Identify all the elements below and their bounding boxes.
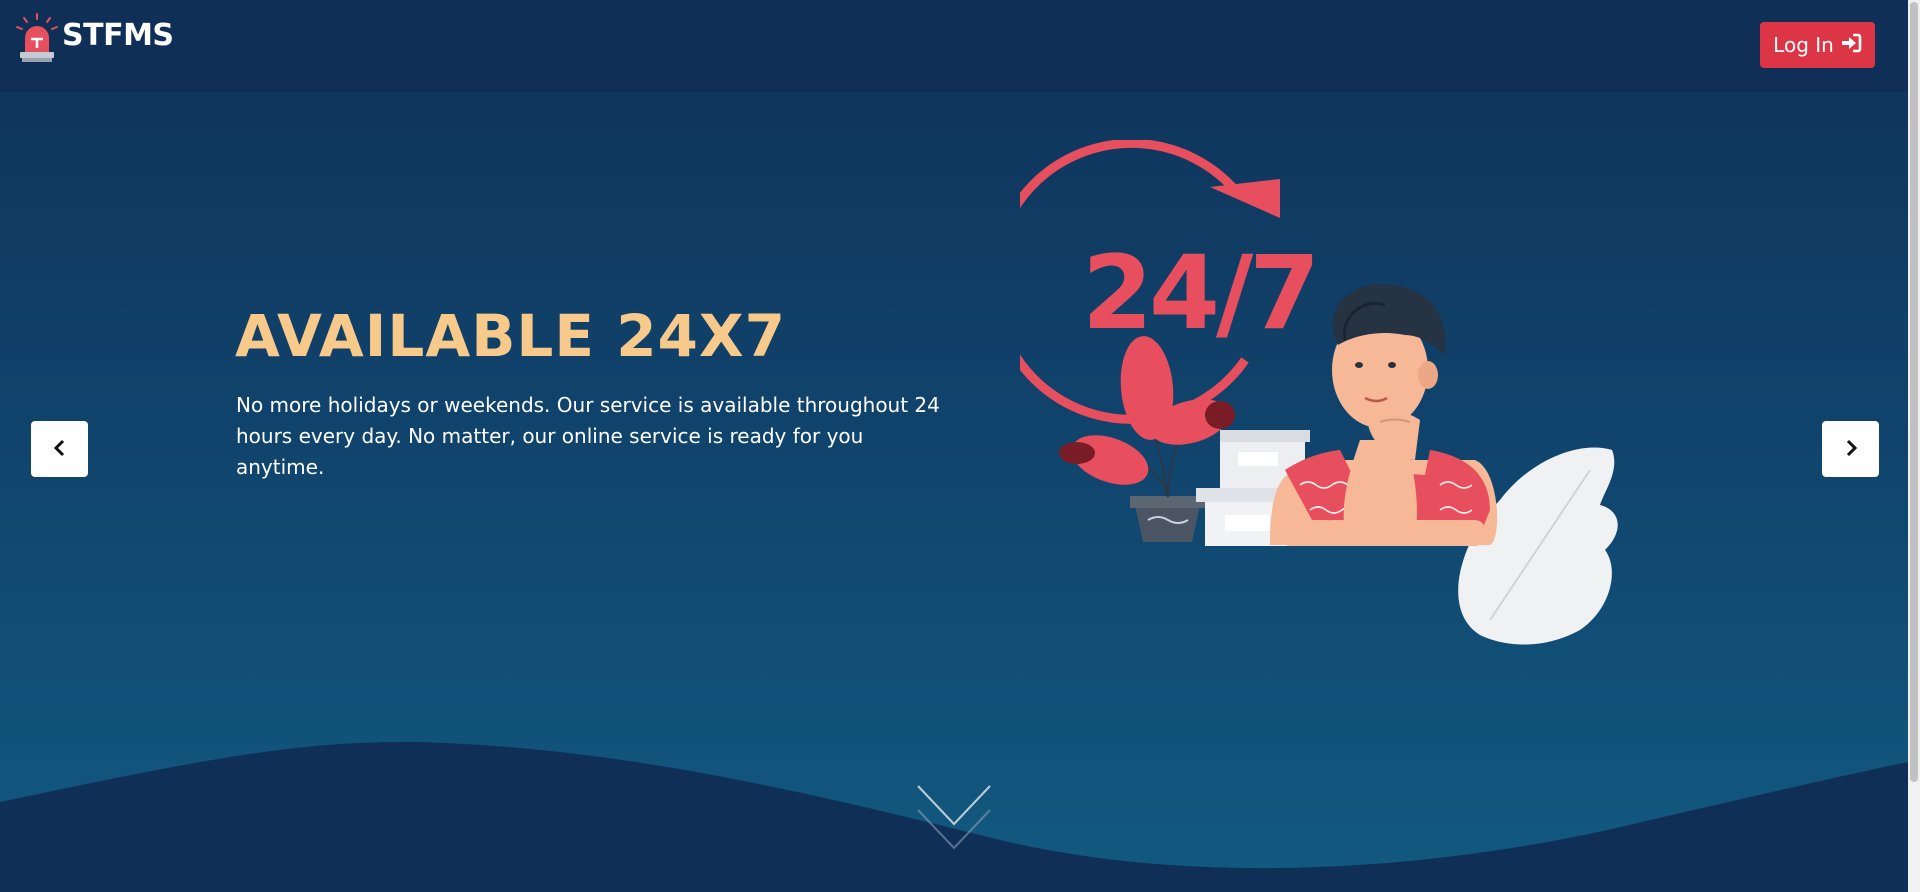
page-scrollbar[interactable] [1908,0,1920,892]
scrollbar-thumb[interactable] [1910,2,1918,782]
carousel-prev-button[interactable] [31,421,88,477]
illustration-24-7-support: 24/7 [1020,140,1618,645]
navbar: STFMS Log In [0,0,1908,92]
chevron-left-icon [52,439,68,460]
chevron-right-icon [1843,439,1859,460]
sign-in-icon [1840,33,1862,58]
page: STFMS Log In AVAILABLE 24X7 No more holi… [0,0,1908,892]
chevron-down-icon[interactable] [914,782,994,852]
login-button[interactable]: Log In [1760,22,1875,68]
illustration-text: 24/7 [1082,234,1316,353]
slide-description: No more holidays or weekends. Our servic… [236,393,940,479]
carousel-next-button[interactable] [1822,421,1879,477]
slide-title: AVAILABLE 24X7 [235,302,786,370]
brand-link[interactable]: STFMS [14,12,174,68]
brand-name: STFMS [62,17,174,53]
alarm-light-icon [14,12,60,68]
login-label: Log In [1773,33,1834,57]
